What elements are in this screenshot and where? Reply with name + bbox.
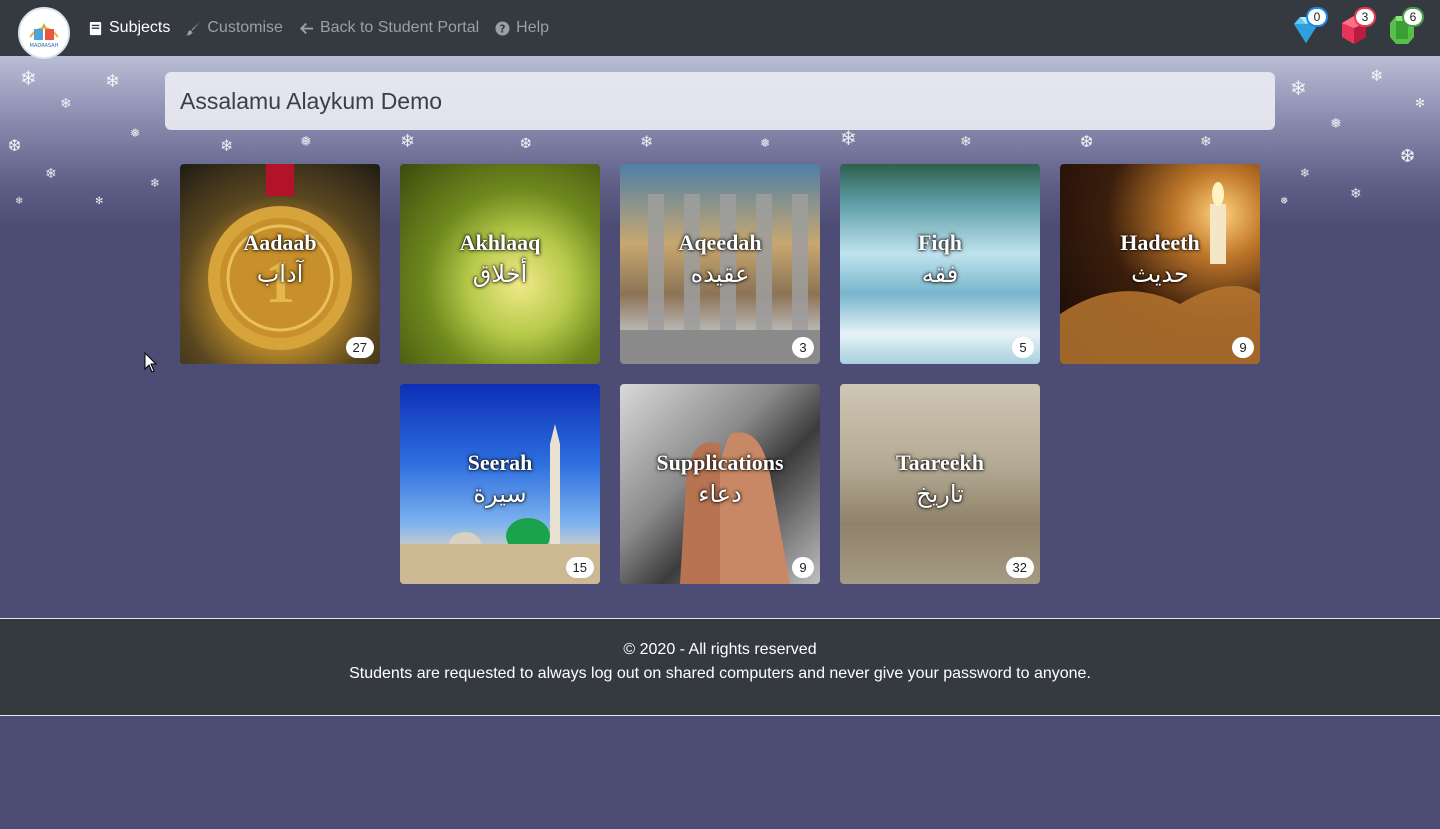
snowflake-icon: ❅ [130, 126, 141, 140]
snowflake-icon: ❄ [20, 66, 37, 90]
snowflake-icon: ❆ [1080, 132, 1094, 151]
snowflake-icon: ❄ [45, 166, 57, 182]
snowflake-icon: ❄ [150, 176, 161, 190]
card-title: Akhlaaq [459, 230, 541, 255]
subject-card-aqeedah[interactable]: Aqeedah عقيده 3 [620, 164, 820, 364]
svg-text:?: ? [500, 23, 506, 35]
card-arabic-title: أخلاق [472, 260, 528, 288]
card-arabic-title: حديث [1131, 260, 1189, 288]
nav-customise[interactable]: Customise [186, 19, 283, 37]
snowflake-icon: ❆ [8, 136, 22, 155]
arrow-left-icon [299, 22, 314, 34]
snowflake-icon: ❄ [1200, 134, 1212, 150]
svg-text:MADRASAH: MADRASAH [30, 43, 59, 49]
snowflake-icon: ✻ [1415, 96, 1426, 110]
snowflake-icon: ❆ [1400, 146, 1416, 167]
gem-counters: 0 3 6 [1290, 6, 1424, 46]
subject-card-fiqh[interactable]: Fiqh فقه 5 [840, 164, 1040, 364]
snowflake-icon: ❄ [1290, 76, 1307, 100]
card-count-badge: 9 [1232, 337, 1254, 358]
logo-emblem-icon: MADRASAH [29, 23, 59, 49]
card-count-badge: 5 [1012, 337, 1034, 358]
subject-card-hadeeth[interactable]: Hadeeth حديث 9 [1060, 164, 1260, 364]
mouse-cursor-icon [144, 352, 158, 373]
page-footer: © 2020 - All rights reserved Students ar… [0, 618, 1440, 716]
snowflake-icon: ❄ [1350, 186, 1362, 202]
snowflake-icon: ❄ [400, 131, 416, 152]
card-count-badge: 3 [792, 337, 814, 358]
snowflake-icon: ❄ [220, 136, 234, 155]
nav-back-to-portal-label: Back to Student Portal [319, 19, 480, 36]
diamond-gem[interactable]: 0 [1290, 6, 1328, 46]
book-icon [89, 21, 102, 35]
snowflake-icon: ❄ [15, 196, 24, 207]
nav-customise-label: Customise [207, 19, 283, 36]
subject-card-aadaab[interactable]: 1 Aadaab آداب 27 [180, 164, 380, 364]
snowflake-icon: ❆ [520, 136, 532, 152]
card-arabic-title: آداب [256, 260, 304, 288]
card-count-badge: 32 [1005, 557, 1034, 578]
nav-links: Subjects Customise Back to Student Porta… [88, 0, 549, 56]
card-arabic-title: تاريخ [916, 480, 964, 508]
diamond-count: 0 [1306, 7, 1328, 27]
card-title: Aadaab [243, 230, 317, 255]
card-count-badge: 27 [345, 337, 374, 358]
snowflake-icon: ❄ [1300, 166, 1311, 180]
brush-icon [186, 21, 201, 35]
nav-subjects[interactable]: Subjects [88, 19, 170, 37]
madrasah-logo[interactable]: MADRASAH [18, 7, 70, 59]
subject-card-supplications[interactable]: Supplications دعاء 9 [620, 384, 820, 584]
subject-card-akhlaaq[interactable]: Akhlaaq أخلاق [400, 164, 600, 364]
snowflake-icon: ✻ [95, 196, 104, 207]
nav-subjects-label: Subjects [109, 19, 171, 36]
snowflake-icon: ❅ [300, 134, 312, 150]
card-title: Hadeeth [1120, 230, 1200, 255]
nav-back-to-portal[interactable]: Back to Student Portal [299, 19, 479, 37]
nav-help-label: Help [516, 19, 550, 36]
card-arabic-title: سيرة [473, 480, 527, 508]
card-title: Aqeedah [678, 230, 762, 255]
snowflake-icon: ❅ [760, 136, 771, 150]
subject-card-taareekh[interactable]: Taareekh تاريخ 32 [840, 384, 1040, 584]
snowflake-icon: ❄ [60, 96, 72, 112]
snowflake-icon: ❄ [1370, 66, 1384, 85]
card-count-badge: 9 [792, 557, 814, 578]
greeting-banner: Assalamu Alaykum Demo [165, 72, 1275, 130]
snowflake-icon: ❅ [1280, 196, 1289, 207]
card-arabic-title: فقه [921, 260, 959, 288]
card-arabic-title: عقيده [690, 260, 750, 288]
card-title: Taareekh [895, 450, 985, 475]
nav-help[interactable]: ? Help [495, 19, 549, 37]
ruby-count: 3 [1354, 7, 1376, 27]
snowflake-icon: ❄ [105, 71, 121, 92]
footer-copyright: © 2020 - All rights reserved [623, 641, 817, 658]
snowflake-icon: ❄ [640, 132, 654, 151]
snowflake-icon: ❅ [1330, 116, 1342, 132]
card-arabic-title: دعاء [698, 480, 742, 508]
emerald-gem[interactable]: 6 [1386, 6, 1424, 46]
footer-notice: Students are requested to always log out… [349, 665, 1091, 682]
card-title: Supplications [656, 450, 784, 475]
question-circle-icon: ? [495, 20, 510, 36]
snowflake-icon: ❄ [960, 134, 972, 150]
ruby-gem[interactable]: 3 [1338, 6, 1376, 46]
emerald-count: 6 [1402, 7, 1424, 27]
card-title: Fiqh [917, 230, 963, 255]
card-count-badge: 15 [565, 557, 594, 578]
card-title: Seerah [467, 450, 533, 475]
subject-card-seerah[interactable]: Seerah سيرة 15 [400, 384, 600, 584]
top-navbar: MADRASAH Subjects Customise Back to Stud… [0, 0, 1440, 59]
